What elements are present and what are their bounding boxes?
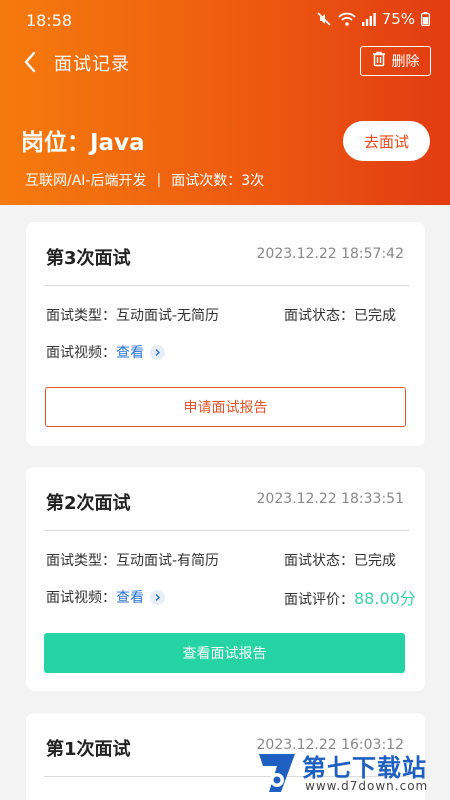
nav-bar: 面试记录 删除 xyxy=(0,44,450,80)
back-icon[interactable] xyxy=(20,48,42,76)
watermark-name: 第七下载站 xyxy=(302,754,427,782)
status-label: 面试状态： xyxy=(284,308,354,324)
interview-score: 面试评价：88.00分 xyxy=(284,585,416,609)
type-label: 面试类型： xyxy=(46,308,116,324)
signal-icon xyxy=(361,12,376,26)
status-value: 已完成 xyxy=(354,553,396,569)
mute-icon xyxy=(316,11,332,27)
watermark-url: www.d7down.com xyxy=(305,779,429,793)
job-title: 岗位：Java xyxy=(21,130,145,156)
card-title: 第3次面试 xyxy=(46,248,131,269)
request-report-button[interactable]: 申请面试报告 xyxy=(45,387,406,427)
type-label: 面试类型： xyxy=(46,553,116,569)
card-header: 第2次面试 2023.12.22 18:33:51 xyxy=(26,467,425,533)
header-banner: 18:58 75% 面试记录 删除 岗位：Java 去面试 互联网/AI-后端开… xyxy=(0,0,450,205)
video-label: 面试视频： xyxy=(46,345,116,361)
interview-card-2: 第2次面试 2023.12.22 18:33:51 面试类型：互动面试-有简历 … xyxy=(26,467,425,691)
delete-label: 删除 xyxy=(391,54,420,70)
watermark: 第七下载站 www.d7down.com xyxy=(255,746,445,800)
wifi-icon xyxy=(338,11,356,27)
job-category: 互联网/AI-后端开发 xyxy=(25,173,147,189)
type-value: 互动面试-有简历 xyxy=(116,553,220,569)
job-meta: 互联网/AI-后端开发 | 面试次数：3次 xyxy=(25,170,264,190)
card-time: 2023.12.22 18:33:51 xyxy=(256,491,405,507)
interview-video: 面试视频：查看 xyxy=(46,587,165,607)
status-bar: 18:58 75% xyxy=(0,0,450,40)
status-label: 面试状态： xyxy=(284,553,354,569)
meta-separator: | xyxy=(156,172,162,188)
card-title: 第2次面试 xyxy=(46,493,131,514)
card-time: 2023.12.22 18:57:42 xyxy=(256,246,405,262)
watermark-logo-icon xyxy=(255,750,299,796)
chevron-right-icon[interactable] xyxy=(150,589,165,605)
interview-count: 面试次数：3次 xyxy=(171,173,265,189)
go-interview-button[interactable]: 去面试 xyxy=(343,121,430,161)
delete-button[interactable]: 删除 xyxy=(360,46,431,76)
interview-type: 面试类型：互动面试-有简历 xyxy=(46,550,219,570)
interview-type: 面试类型：互动面试-无简历 xyxy=(46,305,219,325)
trash-icon xyxy=(372,51,386,71)
interview-status: 面试状态：已完成 xyxy=(284,550,396,570)
view-video-link[interactable]: 查看 xyxy=(116,345,144,361)
video-label: 面试视频： xyxy=(46,590,116,606)
battery-percent: 75% xyxy=(381,10,415,28)
card-title: 第1次面试 xyxy=(46,739,131,760)
page-title: 面试记录 xyxy=(54,54,130,75)
status-time: 18:58 xyxy=(26,11,73,30)
interview-video: 面试视频：查看 xyxy=(46,342,165,362)
status-value: 已完成 xyxy=(354,308,396,324)
score-value: 88.00分 xyxy=(354,589,416,608)
view-video-link[interactable]: 查看 xyxy=(116,590,144,606)
interview-status: 面试状态：已完成 xyxy=(284,305,396,325)
type-value: 互动面试-无简历 xyxy=(116,308,220,324)
card-header: 第3次面试 2023.12.22 18:57:42 xyxy=(26,222,425,288)
status-icons: 75% xyxy=(316,10,430,28)
chevron-right-icon[interactable] xyxy=(150,344,165,360)
score-label: 面试评价： xyxy=(284,592,354,608)
battery-icon xyxy=(421,12,430,26)
interview-card-3: 第3次面试 2023.12.22 18:57:42 面试类型：互动面试-无简历 … xyxy=(26,222,425,446)
view-report-button[interactable]: 查看面试报告 xyxy=(44,633,405,673)
card-divider xyxy=(44,285,409,286)
card-divider xyxy=(44,530,409,531)
